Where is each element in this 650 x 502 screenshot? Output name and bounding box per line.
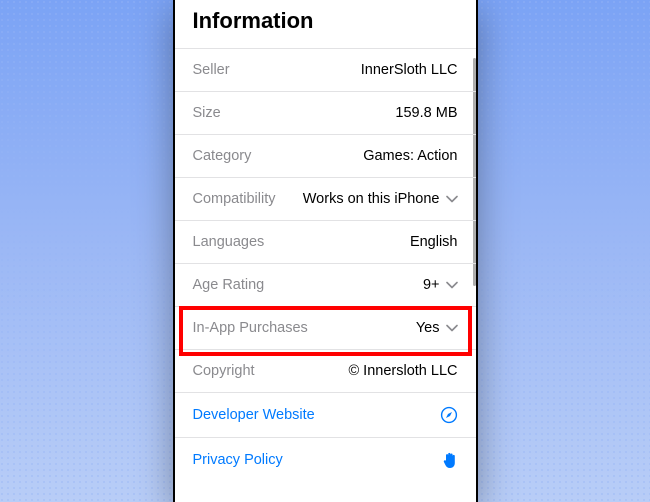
- chevron-down-icon: [446, 193, 458, 205]
- label-iap: In-App Purchases: [193, 320, 308, 336]
- label-languages: Languages: [193, 234, 265, 250]
- value-category: Games: Action: [363, 148, 457, 164]
- row-privacy-policy[interactable]: Privacy Policy: [175, 437, 476, 482]
- phone-frame: Information Seller InnerSloth LLC Size 1…: [173, 0, 478, 502]
- label-category: Category: [193, 148, 252, 164]
- label-copyright: Copyright: [193, 363, 255, 379]
- value-copyright: © Innersloth LLC: [348, 363, 457, 379]
- label-compatibility: Compatibility: [193, 191, 276, 207]
- row-seller: Seller InnerSloth LLC: [175, 48, 476, 91]
- row-category: Category Games: Action: [175, 134, 476, 177]
- value-seller: InnerSloth LLC: [361, 62, 458, 78]
- link-privacy-policy: Privacy Policy: [193, 452, 283, 468]
- value-age-rating: 9+: [423, 277, 458, 293]
- compass-icon: [440, 406, 458, 424]
- label-seller: Seller: [193, 62, 230, 78]
- hand-icon: [442, 451, 458, 469]
- row-compatibility[interactable]: Compatibility Works on this iPhone: [175, 177, 476, 220]
- value-compatibility: Works on this iPhone: [303, 191, 458, 207]
- chevron-down-icon: [446, 322, 458, 334]
- link-developer-website: Developer Website: [193, 407, 315, 423]
- information-panel: Information Seller InnerSloth LLC Size 1…: [175, 0, 476, 482]
- row-developer-website[interactable]: Developer Website: [175, 392, 476, 437]
- label-age-rating: Age Rating: [193, 277, 265, 293]
- chevron-down-icon: [446, 279, 458, 291]
- label-size: Size: [193, 105, 221, 121]
- row-languages: Languages English: [175, 220, 476, 263]
- value-languages: English: [410, 234, 458, 250]
- value-iap: Yes: [416, 320, 458, 336]
- row-in-app-purchases[interactable]: In-App Purchases Yes: [175, 306, 476, 349]
- page-title: Information: [175, 0, 476, 48]
- value-size: 159.8 MB: [395, 105, 457, 121]
- row-age-rating[interactable]: Age Rating 9+: [175, 263, 476, 306]
- row-size: Size 159.8 MB: [175, 91, 476, 134]
- row-copyright: Copyright © Innersloth LLC: [175, 349, 476, 392]
